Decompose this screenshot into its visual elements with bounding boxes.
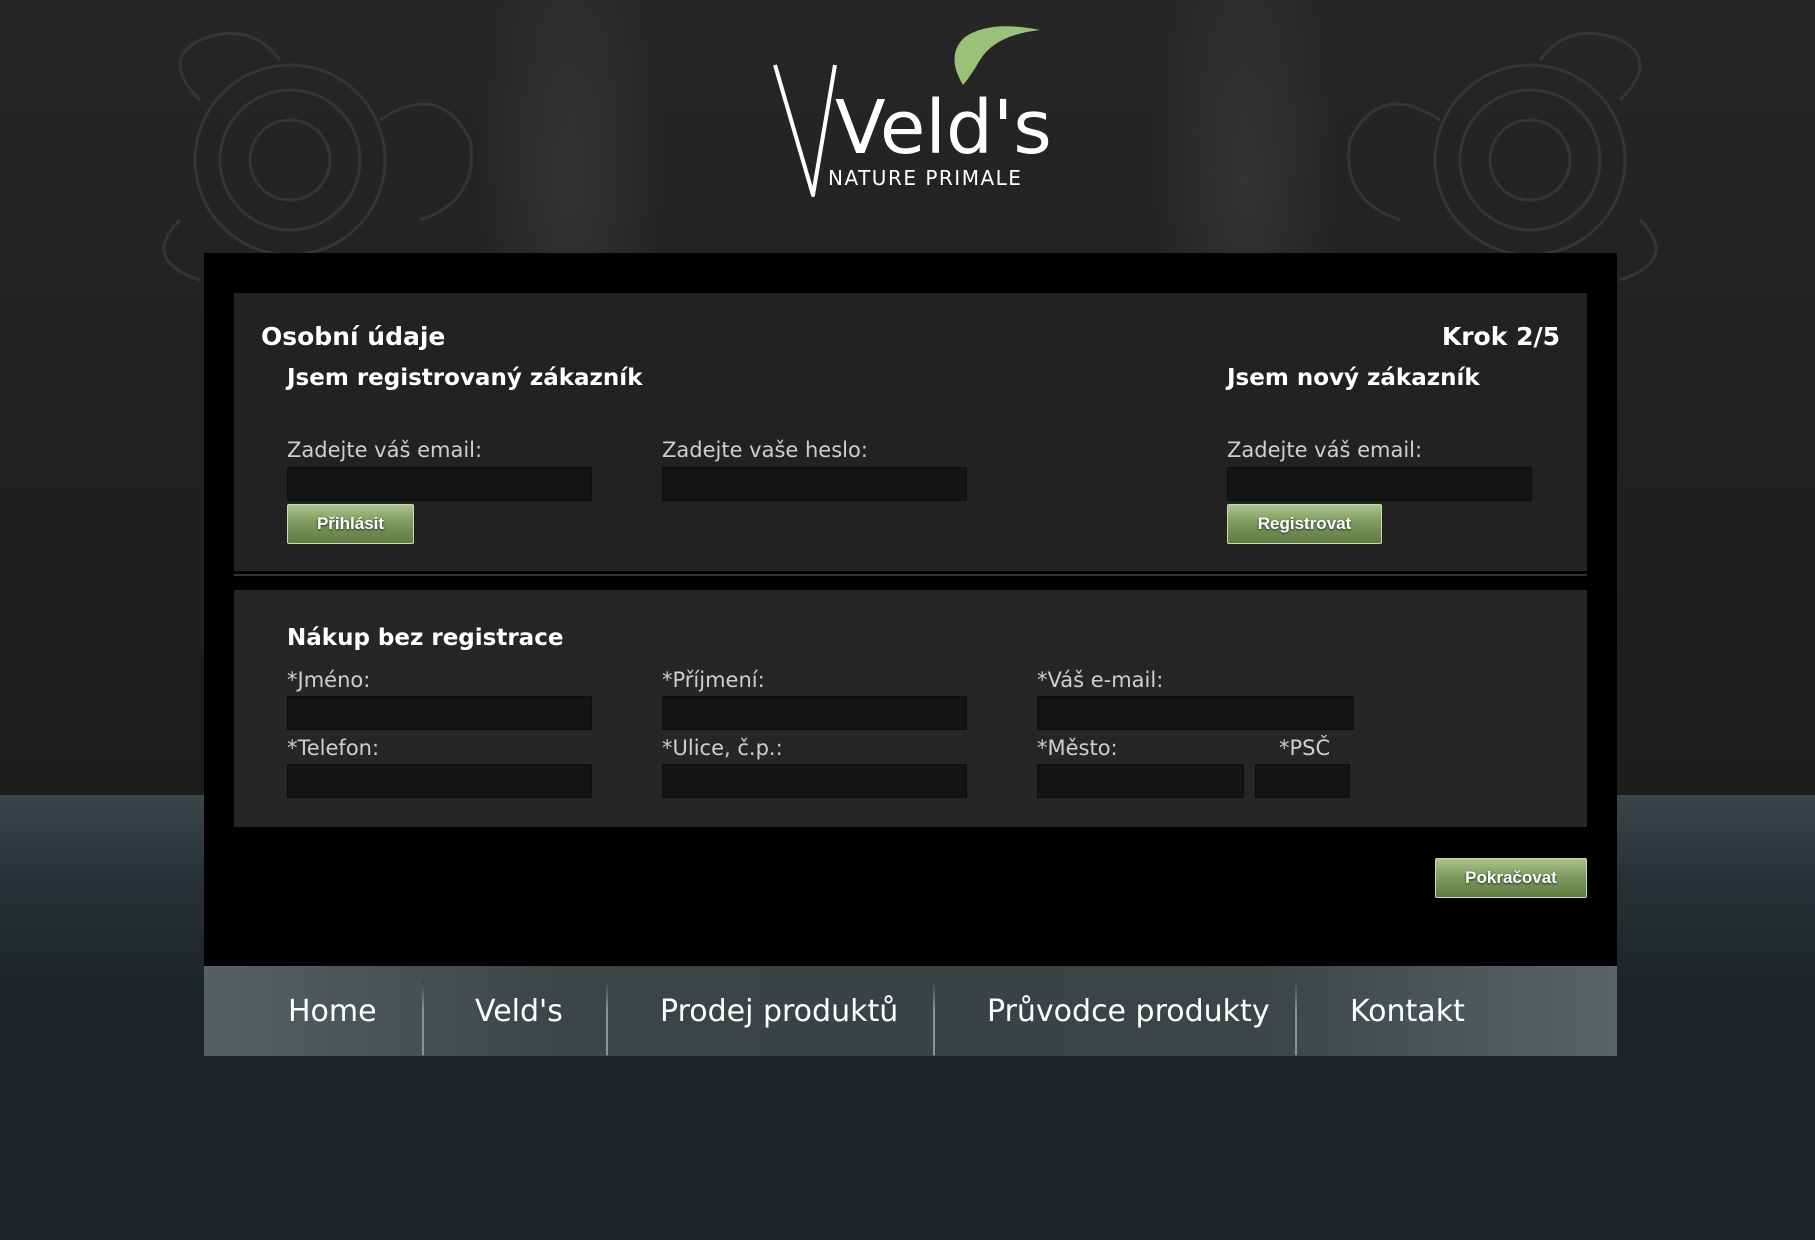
new-customer-heading: Jsem nový zákazník [1227,365,1480,391]
street-label: *Ulice, č.p.: [662,736,783,760]
login-email-label: Zadejte váš email: [287,438,483,462]
continue-button[interactable]: Pokračovat [1435,858,1587,898]
first-name-input[interactable] [287,696,592,730]
guest-email-input[interactable] [1037,696,1354,730]
phone-label: *Telefon: [287,736,380,760]
nav-item-home[interactable]: Home [288,966,377,1056]
street-input[interactable] [662,764,967,798]
step-indicator: Krok 2/5 [1441,322,1560,351]
nav-divider [599,980,615,1063]
nav-item-contact[interactable]: Kontakt [1350,966,1465,1056]
login-password-label: Zadejte vaše heslo: [662,438,868,462]
nav-item-products-sale[interactable]: Prodej produktů [660,966,898,1056]
section-divider [234,574,1587,576]
first-name-label: *Jméno: [287,668,371,692]
main-navigation: Home Veld's Prodej produktů Průvodce pro… [204,966,1617,1063]
checkout-container: Osobní údaje Krok 2/5 Jsem registrovaný … [204,253,1617,966]
city-label: *Město: [1037,736,1118,760]
nav-divider [926,980,942,1063]
login-email-input[interactable] [287,467,592,501]
register-button[interactable]: Registrovat [1227,504,1382,544]
last-name-label: *Příjmení: [662,668,765,692]
registered-heading: Jsem registrovaný zákazník [287,365,643,391]
phone-input[interactable] [287,764,592,798]
login-register-panel: Osobní údaje Krok 2/5 Jsem registrovaný … [234,293,1587,571]
guest-checkout-panel: Nákup bez registrace *Jméno: *Příjmení: … [234,590,1587,827]
nav-divider [415,980,431,1063]
register-email-label: Zadejte váš email: [1227,438,1423,462]
register-email-input[interactable] [1227,467,1532,501]
zip-label: *PSČ [1279,736,1331,760]
page-title: Osobní údaje [261,322,446,351]
ornament-left-icon [162,31,473,282]
nav-item-product-guide[interactable]: Průvodce produkty [987,966,1270,1056]
last-name-input[interactable] [662,696,967,730]
nav-item-velds[interactable]: Veld's [475,966,563,1056]
logo-tagline: NATURE PRIMALE [828,166,1022,190]
nav-divider [1288,980,1304,1063]
login-button[interactable]: Přihlásit [287,504,414,544]
logo-wordmark: Veld's [835,85,1052,171]
guest-email-label: *Váš e-mail: [1037,668,1164,692]
guest-heading: Nákup bez registrace [287,625,564,651]
city-input[interactable] [1037,764,1244,798]
zip-input[interactable] [1255,764,1350,798]
login-password-input[interactable] [662,467,967,501]
brand-logo[interactable]: Veld's NATURE PRIMALE [765,25,1065,205]
ornament-right-icon [1347,31,1658,282]
